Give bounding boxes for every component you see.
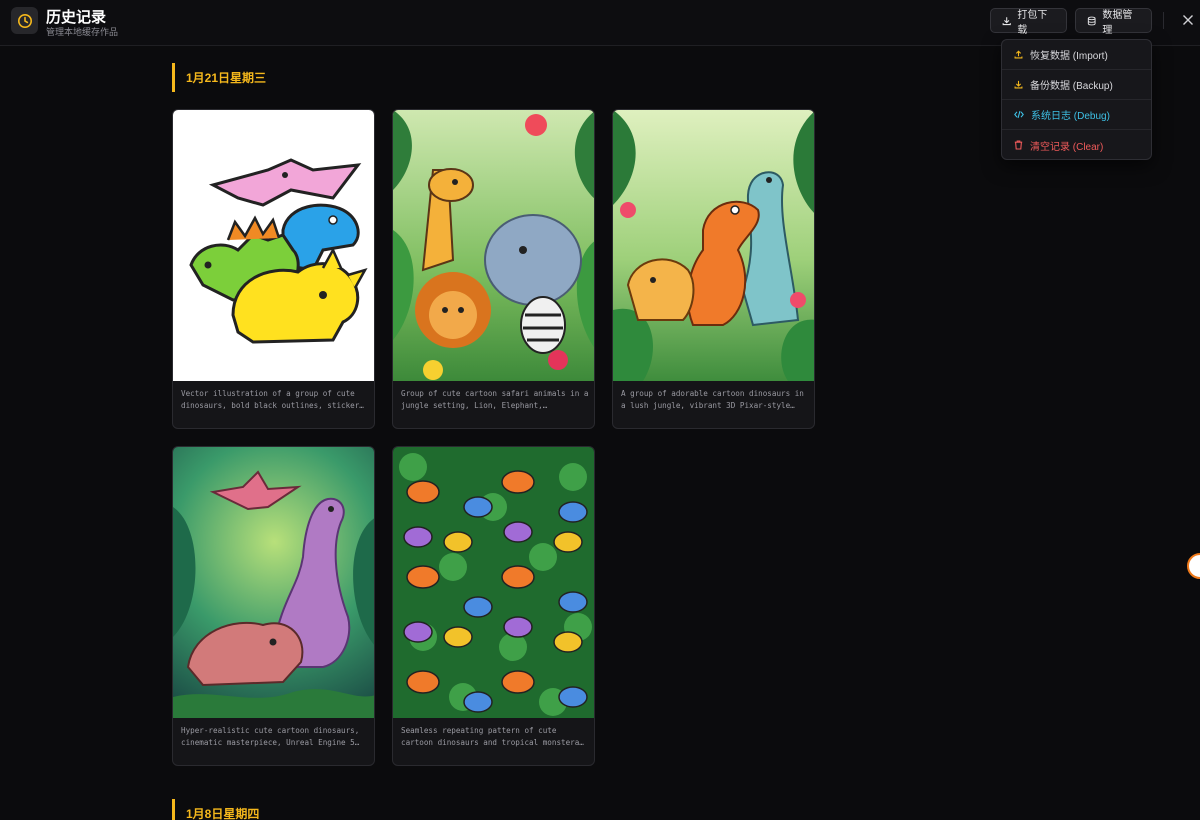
floating-assistant-icon[interactable] — [1187, 553, 1200, 579]
close-icon — [1183, 15, 1193, 25]
date-heading: 1月21日星期三 — [172, 63, 266, 92]
history-card[interactable]: Seamless repeating pattern of cute carto… — [392, 446, 595, 766]
download-icon — [1002, 16, 1011, 25]
upload-icon — [1014, 50, 1023, 59]
menu-item-debug[interactable]: 系统日志 (Debug) — [1002, 100, 1151, 130]
date-heading: 1月8日星期四 — [172, 799, 259, 820]
card-caption: A group of adorable cartoon dinosaurs in… — [621, 389, 804, 410]
page-subtitle: 管理本地缓存作品 — [46, 27, 119, 37]
download-icon — [1014, 80, 1023, 89]
database-icon — [1087, 16, 1096, 25]
data-management-label: 数据管理 — [1102, 9, 1133, 36]
history-card[interactable]: Group of cute cartoon safari animals in … — [392, 109, 595, 429]
menu-item-clear-label: 清空记录 (Clear) — [1030, 141, 1104, 153]
trash-icon — [1014, 140, 1023, 150]
close-button[interactable] — [1178, 10, 1198, 30]
menu-item-import-label: 恢复数据 (Import) — [1030, 51, 1108, 62]
menu-item-backup[interactable]: 备份数据 (Backup) — [1002, 70, 1151, 100]
code-icon — [1014, 110, 1024, 119]
menu-item-import[interactable]: 恢复数据 (Import) — [1002, 40, 1151, 70]
page-title: 历史记录 — [46, 9, 107, 26]
data-management-button[interactable]: 数据管理 — [1075, 8, 1152, 36]
menu-item-clear[interactable]: 清空记录 (Clear) — [1002, 130, 1151, 160]
card-thumbnail — [173, 447, 374, 718]
card-thumbnail — [393, 447, 594, 718]
menu-item-debug-label: 系统日志 (Debug) — [1031, 111, 1110, 122]
card-caption: Hyper-realistic cute cartoon dinosaurs, … — [181, 726, 360, 747]
data-management-menu: 恢复数据 (Import) 备份数据 (Backup) 系统日志 (Debug)… — [1001, 39, 1152, 160]
clock-icon — [17, 13, 32, 28]
card-caption: Vector illustration of a group of cute d… — [181, 389, 364, 410]
header-divider — [1163, 12, 1164, 29]
history-logo — [11, 7, 38, 34]
menu-item-backup-label: 备份数据 (Backup) — [1030, 81, 1113, 92]
history-card[interactable]: A group of adorable cartoon dinosaurs in… — [612, 109, 815, 429]
history-card[interactable]: Hyper-realistic cute cartoon dinosaurs, … — [172, 446, 375, 766]
card-thumbnail — [613, 110, 814, 381]
card-caption: Seamless repeating pattern of cute carto… — [401, 726, 584, 747]
download-all-label: 打包下载 — [1017, 9, 1048, 36]
download-all-button[interactable]: 打包下载 — [990, 8, 1067, 36]
card-caption: Group of cute cartoon safari animals in … — [401, 389, 589, 410]
card-thumbnail — [393, 110, 594, 381]
history-card[interactable]: Vector illustration of a group of cute d… — [172, 109, 375, 429]
card-thumbnail — [173, 110, 374, 381]
